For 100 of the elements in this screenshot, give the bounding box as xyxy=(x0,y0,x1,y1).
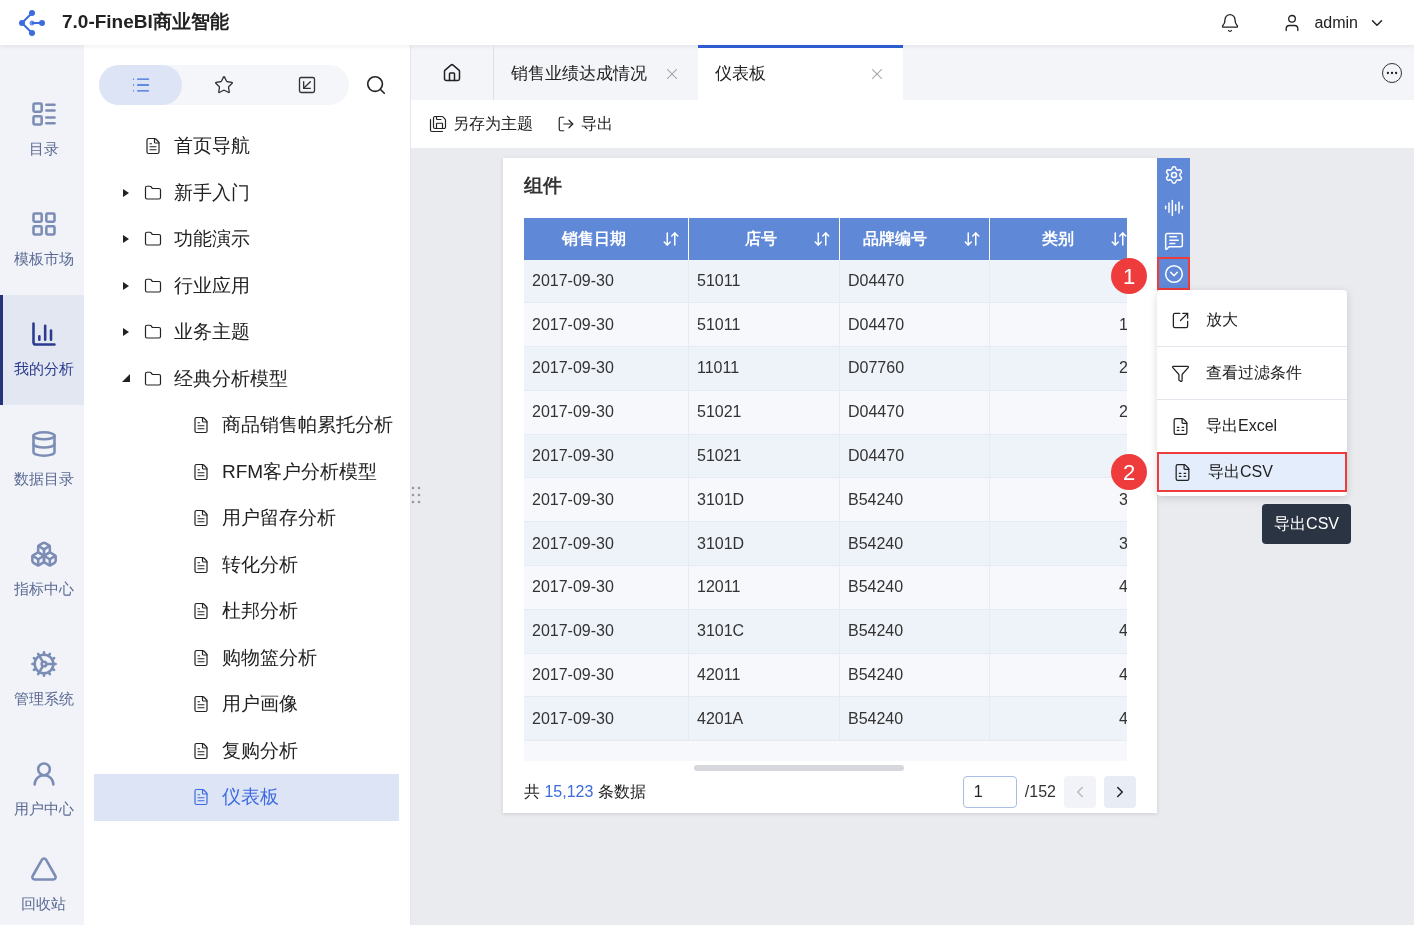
user-name[interactable]: admin xyxy=(1314,10,1358,35)
folder-icon xyxy=(144,276,162,295)
tree-item[interactable]: 新手入门 xyxy=(94,169,399,216)
tree-item-label: 用户留存分析 xyxy=(222,506,336,530)
toolbar-button[interactable]: 另存为主题 xyxy=(429,112,533,136)
tree-item-label: 购物篮分析 xyxy=(222,645,317,670)
tree-item[interactable]: 首页导航 xyxy=(94,123,399,170)
tree-item[interactable]: 用户留存分析 xyxy=(94,495,399,542)
tree-item[interactable]: 业务主题 xyxy=(94,309,399,356)
table-cell: 2017-09-30 xyxy=(524,478,689,522)
nav-item[interactable]: 模板市场 xyxy=(0,185,84,295)
sort-icon[interactable] xyxy=(1110,229,1128,248)
next-page-button[interactable] xyxy=(1104,775,1136,808)
table-cell: 2017-09-30 xyxy=(524,303,689,347)
tree-item-label: 复购分析 xyxy=(222,738,298,763)
list-icon xyxy=(29,99,58,128)
star-icon xyxy=(214,75,234,95)
sort-icon[interactable] xyxy=(662,229,680,248)
table-cell: 4 xyxy=(990,566,1128,609)
caret-icon[interactable] xyxy=(122,280,130,291)
folder-icon xyxy=(144,230,162,249)
sort-icon[interactable] xyxy=(963,229,981,248)
filter-icon xyxy=(1171,363,1190,383)
caret-icon[interactable] xyxy=(122,373,130,384)
tree-item[interactable]: RFM客户分析模型 xyxy=(94,448,399,495)
drag-handle-icon[interactable] xyxy=(411,486,421,504)
toolbar-button[interactable]: 导出 xyxy=(557,112,613,136)
column-header[interactable]: 品牌编号 xyxy=(840,217,990,260)
card-tool-button[interactable] xyxy=(1157,257,1190,290)
tree-item[interactable]: 商品销售帕累托分析 xyxy=(94,402,399,449)
expand-icon xyxy=(1171,310,1190,330)
nav-item[interactable]: 目录 xyxy=(0,75,84,185)
folder-icon xyxy=(144,183,162,202)
app-title: 7.0-FineBI商业智能 xyxy=(62,10,229,35)
table-cell: B54240 xyxy=(840,522,990,566)
spreadsheet-icon xyxy=(1173,462,1192,482)
menu-item[interactable]: 查看过滤条件 xyxy=(1157,347,1347,399)
menu-item[interactable]: 放大 xyxy=(1157,294,1347,346)
grid-icon xyxy=(29,209,58,238)
table-cell: 12011 xyxy=(689,566,840,609)
column-header[interactable]: 店号 xyxy=(689,217,840,260)
table-cell: 51021 xyxy=(689,434,840,478)
nav-item[interactable]: 管理系统 xyxy=(0,625,84,735)
bar-chart-icon xyxy=(29,319,58,348)
triangle-icon xyxy=(29,854,58,883)
tree-item[interactable]: 复购分析 xyxy=(94,727,399,774)
bars-icon xyxy=(1163,197,1184,218)
document-icon xyxy=(144,137,162,156)
tree-item[interactable]: 仪表板 xyxy=(94,774,399,821)
tree-item[interactable]: 行业应用 xyxy=(94,262,399,309)
record-count: 共 15,123 条数据 xyxy=(524,781,646,802)
nav-label: 管理系统 xyxy=(13,688,74,709)
table-cell: 1 xyxy=(990,303,1128,347)
tree-item[interactable]: 功能演示 xyxy=(94,216,399,263)
table-cell: 4 xyxy=(990,653,1128,697)
table-cell: D04470 xyxy=(840,390,990,434)
database-icon xyxy=(29,429,58,458)
caret-icon[interactable] xyxy=(122,187,130,198)
page-input[interactable]: 1 xyxy=(962,775,1017,808)
tree-item[interactable]: 用户画像 xyxy=(94,681,399,728)
tree-item[interactable]: 杜邦分析 xyxy=(94,588,399,635)
menu-item[interactable]: 导出CSV xyxy=(1157,452,1347,492)
tree-item[interactable]: 转化分析 xyxy=(94,541,399,588)
table-cell: 2 xyxy=(990,347,1128,390)
home-icon xyxy=(442,62,462,83)
table-cell: B54240 xyxy=(840,609,990,653)
table-cell: B54240 xyxy=(840,697,990,741)
tree-item-label: 用户画像 xyxy=(222,692,298,716)
document-icon xyxy=(192,416,210,435)
nav-item[interactable]: 用户中心 xyxy=(0,735,84,845)
table-cell: 2017-09-30 xyxy=(524,259,689,303)
tree-item-label: 行业应用 xyxy=(174,273,250,298)
column-header[interactable]: 销售日期 xyxy=(524,217,689,260)
document-icon xyxy=(192,741,210,760)
caret-icon[interactable] xyxy=(122,327,130,338)
export-icon xyxy=(557,115,575,133)
search-icon[interactable] xyxy=(365,74,387,96)
nav-item[interactable]: 指标中心 xyxy=(0,515,84,625)
folder-icon xyxy=(144,323,162,342)
tree-item-label: 业务主题 xyxy=(174,320,250,344)
document-icon xyxy=(192,695,210,714)
nav-label: 目录 xyxy=(28,138,59,159)
import-icon xyxy=(297,75,318,95)
tree-item-label: 仪表板 xyxy=(222,785,279,809)
nav-item[interactable]: 数据目录 xyxy=(0,405,84,515)
table-cell: 2017-09-30 xyxy=(524,347,689,390)
table-cell: D04470 xyxy=(840,434,990,478)
table-cell: 51011 xyxy=(689,259,840,303)
caret-icon[interactable] xyxy=(122,234,130,245)
tree-item[interactable]: 经典分析模型 xyxy=(94,355,399,402)
tab[interactable]: 仪表板 xyxy=(698,45,903,100)
sort-icon[interactable] xyxy=(813,229,831,248)
table-cell: 4 xyxy=(990,609,1128,653)
nav-item[interactable]: 回收站 xyxy=(0,845,84,925)
table-cell: D07760 xyxy=(840,347,990,390)
menu-item[interactable]: 导出Excel xyxy=(1157,400,1347,452)
tree-item[interactable]: 购物篮分析 xyxy=(94,634,399,681)
notification-icon[interactable] xyxy=(1220,12,1241,33)
tree-item-label: 经典分析模型 xyxy=(174,366,288,391)
nav-item[interactable]: 我的分析 xyxy=(0,295,84,405)
